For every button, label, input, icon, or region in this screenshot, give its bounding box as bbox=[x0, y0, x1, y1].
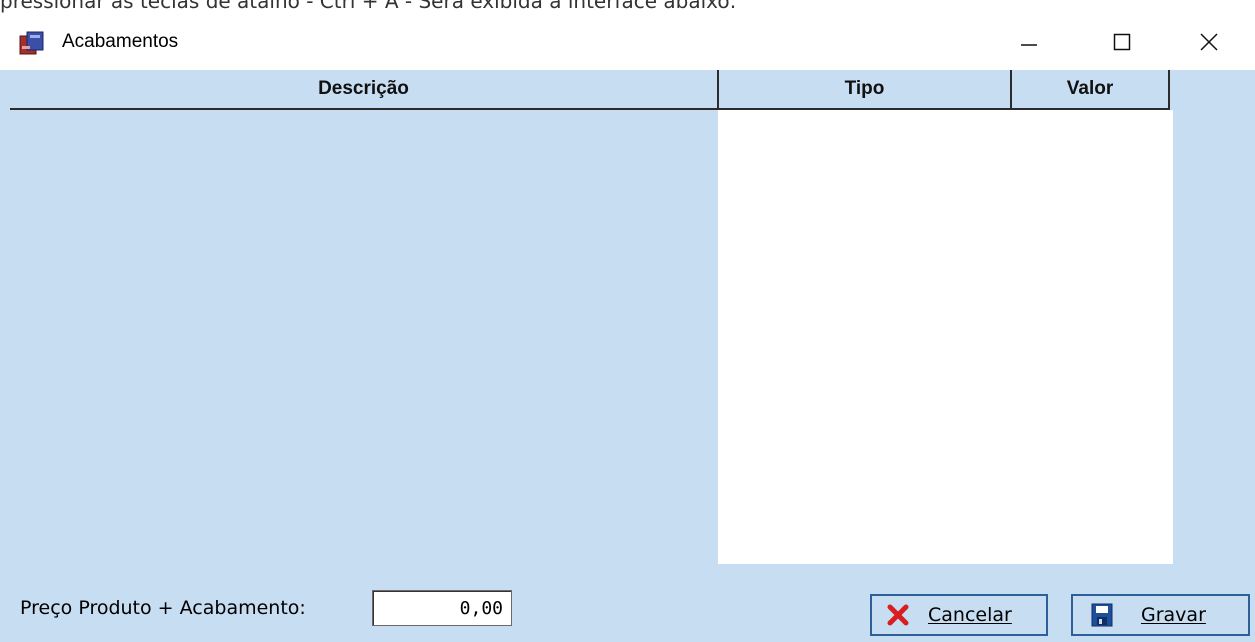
column-header-tipo[interactable]: Tipo bbox=[719, 70, 1012, 108]
floppy-disk-icon bbox=[1091, 603, 1113, 627]
app-icon bbox=[19, 31, 44, 55]
close-icon bbox=[1200, 33, 1218, 51]
price-field[interactable] bbox=[372, 590, 512, 626]
close-button[interactable] bbox=[1163, 14, 1255, 70]
save-button-label: Gravar bbox=[1141, 604, 1206, 626]
grid-body-panel[interactable] bbox=[718, 110, 1173, 564]
price-label: Preço Produto + Acabamento: bbox=[20, 597, 306, 619]
cancel-button-label: Cancelar bbox=[928, 604, 1012, 626]
save-button[interactable]: Gravar bbox=[1071, 594, 1250, 636]
grid-header: Descrição Tipo Valor bbox=[10, 70, 1170, 110]
window-titlebar[interactable]: Acabamentos bbox=[0, 14, 1255, 70]
window-client-area: Descrição Tipo Valor Preço Produto + Aca… bbox=[0, 70, 1255, 642]
x-icon bbox=[887, 604, 909, 626]
maximize-icon bbox=[1113, 33, 1131, 51]
minimize-button[interactable] bbox=[983, 14, 1075, 70]
maximize-button[interactable] bbox=[1076, 14, 1168, 70]
document-text-fragment: pressionar as teclas de atalho - Ctrl + … bbox=[0, 0, 1255, 14]
window-title: Acabamentos bbox=[62, 31, 179, 52]
cancel-button[interactable]: Cancelar bbox=[870, 594, 1048, 636]
column-header-valor[interactable]: Valor bbox=[1012, 70, 1170, 108]
minimize-icon bbox=[1021, 44, 1037, 46]
document-text: pressionar as teclas de atalho - Ctrl + … bbox=[0, 0, 737, 13]
column-header-descricao[interactable]: Descrição bbox=[10, 70, 719, 108]
